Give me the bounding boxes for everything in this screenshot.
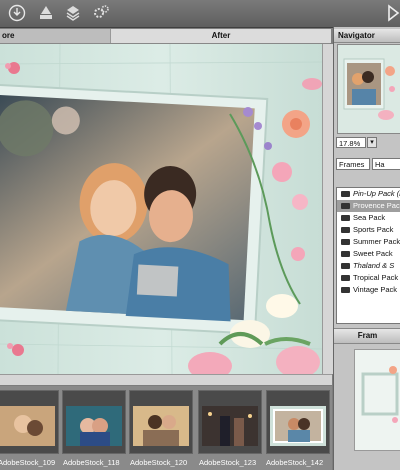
filmstrip-thumb-1[interactable]: [0, 390, 59, 454]
zoom-dropdown-icon[interactable]: ▾: [367, 137, 377, 148]
subcategory-select-value: Ha: [375, 160, 385, 169]
filmstrip-thumb-5[interactable]: [266, 390, 330, 454]
pack-list: Pin-Up Pack (i Provence Pack Sea Pack Sp…: [336, 187, 400, 324]
folder-icon: [341, 203, 350, 209]
play-icon[interactable]: [386, 3, 400, 23]
zoom-level-field[interactable]: 17.8%: [336, 137, 366, 148]
folder-icon: [341, 191, 350, 197]
main-canvas[interactable]: [0, 44, 322, 374]
canvas-vertical-scrollbar[interactable]: [322, 44, 333, 374]
thumb-image: [133, 406, 189, 446]
filmstrip-label: AdobeStock_118: [63, 458, 120, 467]
list-item[interactable]: Tropical Pack: [337, 272, 400, 284]
list-item-label: Thaland & S: [353, 261, 395, 270]
framed-photo-preview: [0, 44, 322, 374]
frame-preview-thumb[interactable]: [354, 349, 400, 451]
filmstrip-thumb-4[interactable]: [198, 390, 262, 454]
folder-icon: [341, 287, 350, 293]
folder-icon: [341, 275, 350, 281]
canvas-horizontal-scrollbar[interactable]: [0, 374, 332, 385]
folder-icon: [341, 239, 350, 245]
list-item-label: Tropical Pack: [353, 273, 399, 282]
list-item[interactable]: Sea Pack: [337, 212, 400, 224]
list-item-label: Provence Pack: [353, 201, 400, 210]
navigator-preview[interactable]: [337, 44, 400, 134]
thumb-image: [0, 406, 55, 446]
list-item[interactable]: Sports Pack: [337, 224, 400, 236]
filmstrip-label: AdobeStock_120: [130, 458, 188, 467]
folder-icon: [341, 227, 350, 233]
category-select-value: Frames: [339, 160, 365, 169]
filmstrip-thumb-3[interactable]: [129, 390, 193, 454]
tab-before[interactable]: ore: [0, 29, 110, 43]
navigator-header: Navigator: [334, 29, 400, 43]
list-item[interactable]: Provence Pack: [337, 200, 400, 212]
filmstrip-label: AdobeStock_142: [266, 458, 324, 467]
folder-icon: [341, 215, 350, 221]
list-item[interactable]: Summer Pack: [337, 236, 400, 248]
folder-icon: [341, 263, 350, 269]
thumb-image: [66, 406, 122, 446]
thumb-image: [202, 406, 258, 446]
navigator-image: [338, 45, 400, 133]
list-item-label: Sea Pack: [353, 213, 386, 222]
list-item[interactable]: Sweet Pack: [337, 248, 400, 260]
list-item[interactable]: Thaland & S: [337, 260, 400, 272]
list-item-label: Sweet Pack: [353, 249, 393, 258]
download-icon[interactable]: [8, 4, 26, 22]
list-item[interactable]: Vintage Pack: [337, 284, 400, 296]
view-tabs: ore After: [0, 29, 331, 44]
list-item-label: Vintage Pack: [353, 285, 398, 294]
list-item-label: Sports Pack: [353, 225, 394, 234]
folder-icon: [341, 251, 350, 257]
subcategory-select[interactable]: Ha: [372, 158, 400, 170]
right-panel: Navigator 17.8% ▾ Frames Ha Pin-Up Pack …: [333, 27, 400, 470]
layers-icon[interactable]: [64, 4, 82, 22]
filmstrip: AdobeStock_109 AdobeStock_118 AdobeStock…: [0, 386, 332, 470]
stamp-icon[interactable]: [37, 4, 55, 22]
filmstrip-thumb-2[interactable]: [62, 390, 126, 454]
filmstrip-label: AdobeStock_123: [199, 458, 257, 467]
category-select[interactable]: Frames: [336, 158, 370, 170]
frames-header: Fram: [334, 328, 400, 344]
toolbar: [0, 0, 400, 28]
list-item-label: Pin-Up Pack (i: [353, 189, 400, 198]
tab-after[interactable]: After: [110, 29, 331, 43]
filmstrip-label: AdobeStock_109: [0, 458, 56, 467]
settings-icon[interactable]: [92, 4, 110, 22]
list-item[interactable]: Pin-Up Pack (i: [337, 188, 400, 200]
list-item-label: Summer Pack: [353, 237, 400, 246]
frame-preview-image: [355, 350, 400, 450]
thumb-image: [270, 406, 326, 446]
